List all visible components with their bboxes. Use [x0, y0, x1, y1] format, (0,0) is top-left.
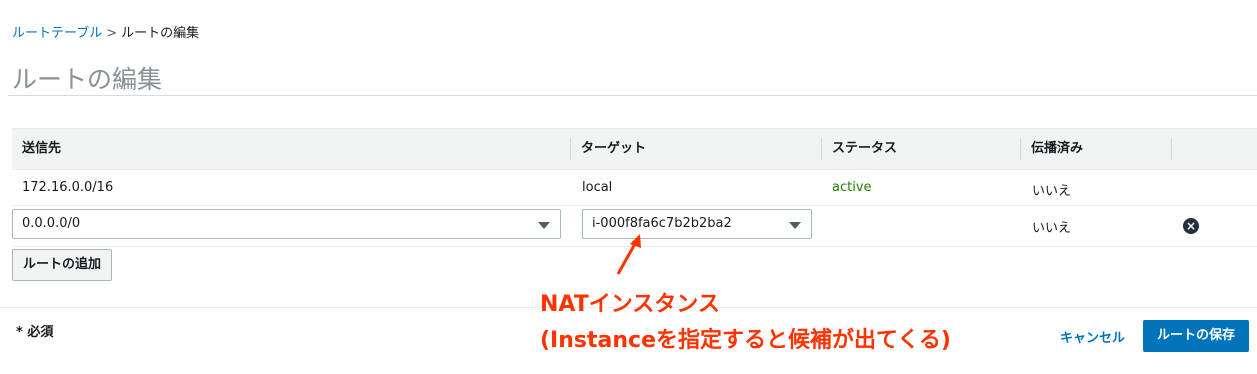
chevron-down-icon	[789, 222, 801, 229]
chevron-down-icon	[538, 222, 550, 229]
table-header: 送信先 ターゲット ステータス 伝播済み	[12, 128, 1257, 170]
breadcrumb-current: ルートの編集	[121, 26, 200, 41]
header-actions	[1171, 138, 1182, 160]
annotation-text-line1: NATインスタンス	[540, 292, 720, 317]
destination-select-value: 0.0.0.0/0	[22, 216, 81, 231]
header-status: ステータス	[821, 138, 897, 160]
close-circle-icon[interactable]: ×	[1183, 218, 1199, 234]
breadcrumb-separator: >	[106, 26, 118, 41]
propagated-value: いいえ	[1032, 221, 1072, 236]
destination-select[interactable]: 0.0.0.0/0	[12, 209, 561, 239]
target-value: local	[582, 180, 613, 195]
propagated-value: いいえ	[1032, 184, 1072, 199]
status-badge: active	[832, 180, 872, 195]
title-divider	[8, 95, 1257, 96]
cancel-button[interactable]: キャンセル	[1060, 327, 1125, 346]
annotation-text-line2: (Instanceを指定すると候補が出てくる)	[540, 328, 951, 353]
breadcrumb: ルートテーブル > ルートの編集	[12, 22, 199, 41]
target-select-value: i-000f8fa6c7b2b2ba2	[592, 216, 732, 231]
header-propagated: 伝播済み	[1020, 138, 1083, 160]
breadcrumb-route-tables-link[interactable]: ルートテーブル	[12, 26, 102, 41]
add-route-button[interactable]: ルートの追加	[12, 249, 113, 281]
annotation-arrow-icon	[616, 234, 641, 275]
page-title: ルートの編集	[12, 65, 163, 94]
header-target: ターゲット	[570, 138, 646, 160]
routes-table: 送信先 ターゲット ステータス 伝播済み 172.16.0.0/16 local…	[12, 128, 1257, 247]
required-note: * 必須	[16, 325, 54, 340]
destination-value: 172.16.0.0/16	[22, 180, 114, 195]
table-row: 172.16.0.0/16 local active いいえ	[12, 170, 1257, 206]
header-destination: 送信先	[22, 141, 62, 156]
save-routes-button[interactable]: ルートの保存	[1143, 320, 1249, 352]
